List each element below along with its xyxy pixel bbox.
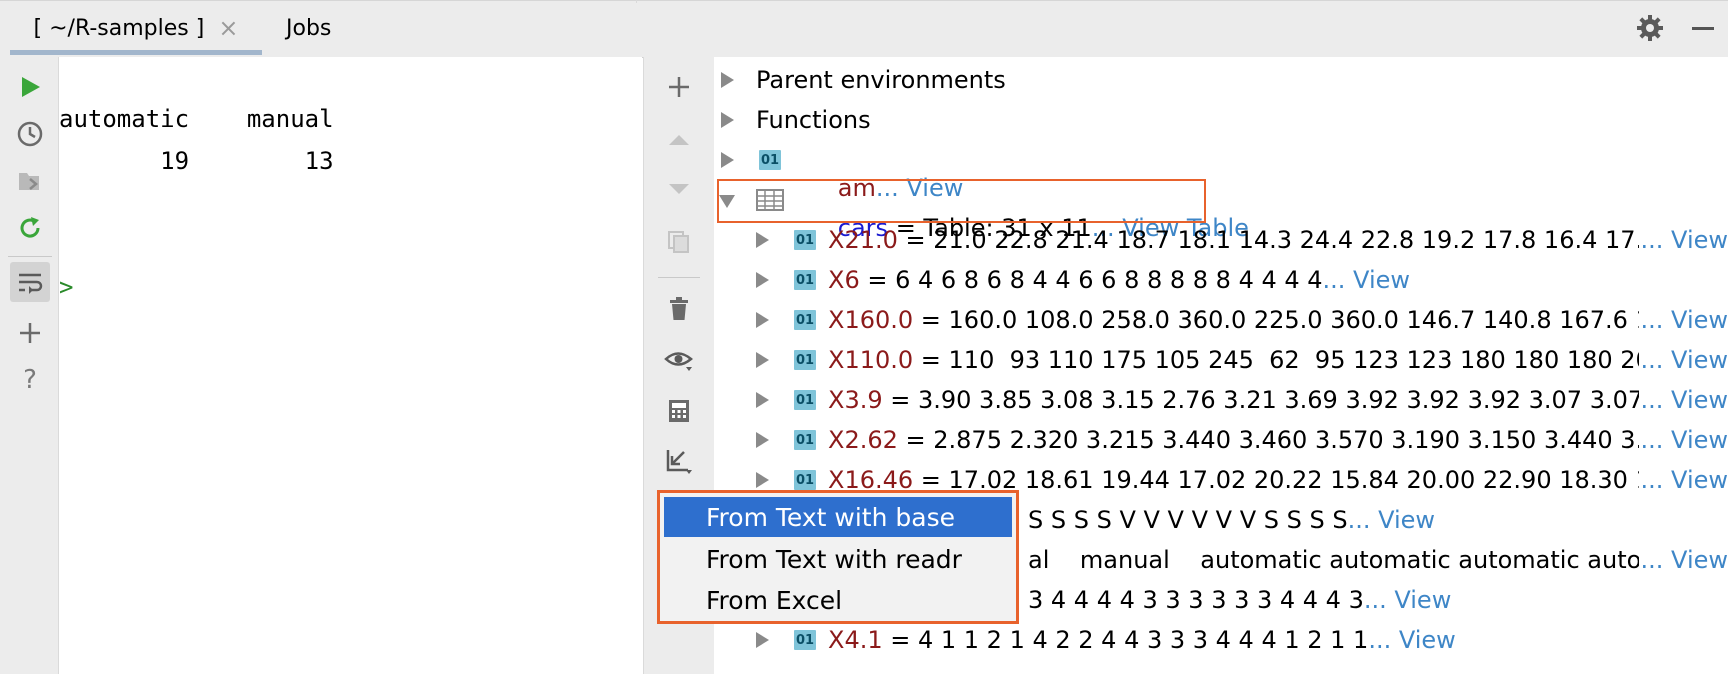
view-link[interactable]: ... View [1364,586,1451,614]
menu-item-from-text-readr[interactable]: From Text with readr [664,539,1012,579]
calculator-icon[interactable] [659,391,699,431]
numeric-vector-icon: 01 [794,430,816,450]
tree-row-column[interactable]: 01 X2.62 = 2.875 2.320 3.215 3.440 3.460… [714,420,1728,460]
move-down-icon[interactable] [659,170,699,210]
tree-row-label: Parent environments [756,66,1006,94]
numeric-vector-icon: 01 [794,230,816,250]
toolbar-separator [658,277,700,278]
expand-arrow-icon[interactable] [721,152,734,168]
numeric-vector-icon: 01 [794,350,816,370]
change-directory-icon[interactable] [10,161,50,201]
variable-name: X160.0 [828,306,914,334]
expand-arrow-icon[interactable] [756,432,769,448]
view-link[interactable]: ... View [1638,226,1728,254]
variable-name: X2.62 [828,426,898,454]
tree-row-column[interactable]: 01 X3.9 = 3.90 3.85 3.08 3.15 2.76 3.21 … [714,380,1728,420]
tree-row-am[interactable]: 01 am... View [714,140,1728,202]
toolbar-separator [8,256,52,257]
variable-value: = 6 4 6 8 6 8 4 4 6 6 8 8 8 8 8 4 4 4 4 [859,266,1323,294]
console-toolbar: ? [0,57,59,674]
variable-value: 3 4 4 4 4 3 3 3 3 3 3 4 4 4 3 [1028,586,1364,614]
view-link[interactable]: ... View [1638,346,1728,374]
variable-value: = 3.90 3.85 3.08 3.15 2.76 3.21 3.69 3.9… [882,386,1705,414]
console-output-line: 19 13 [59,147,334,175]
move-up-icon[interactable] [659,119,699,159]
tab-r-samples[interactable]: [ ~/R-samples ] × [10,0,262,56]
expand-arrow-icon[interactable] [756,232,769,248]
history-icon[interactable] [10,114,50,154]
variable-value: = 21.0 22.8 21.4 18.7 18.1 14.3 24.4 22.… [897,226,1720,254]
soft-wrap-icon[interactable] [10,262,50,302]
view-link[interactable]: ... View [1638,546,1728,574]
console-output-line: automatic manual [59,105,334,133]
cars-highlight [717,179,1206,223]
variable-value: S S S S V V V V V V S S S S [1028,506,1348,534]
add-icon[interactable] [10,313,50,353]
add-watch-icon[interactable] [659,67,699,107]
view-link[interactable]: ... View [1638,306,1728,334]
variable-value: = 2.875 2.320 3.215 3.440 3.460 3.570 3.… [897,426,1689,454]
tree-row-column[interactable]: 01 X4.1 = 4 1 1 2 1 4 2 2 4 4 3 3 3 4 4 … [714,620,1728,660]
tab-jobs-label: Jobs [286,15,332,41]
expand-arrow-icon[interactable] [756,312,769,328]
variable-value: = 160.0 108.0 258.0 360.0 225.0 360.0 14… [913,306,1705,334]
variable-value: = 17.02 18.61 19.44 17.02 20.22 15.84 20… [913,466,1705,494]
import-dataset-icon[interactable] [659,441,699,481]
menu-item-from-excel[interactable]: From Excel [664,580,1012,620]
view-link[interactable]: ... View [1368,626,1455,654]
numeric-vector-icon: 01 [794,270,816,290]
delete-icon[interactable] [659,289,699,329]
tree-row-column[interactable]: 01 X21.0 = 21.0 22.8 21.4 18.7 18.1 14.3… [714,220,1728,260]
expand-arrow-icon[interactable] [756,392,769,408]
copy-icon[interactable] [659,222,699,262]
numeric-vector-icon: 01 [759,150,781,170]
import-dataset-menu: From Text with base From Text with readr… [657,490,1019,624]
r-console[interactable]: automatic manual 19 13 > [59,57,642,674]
numeric-vector-icon: 01 [794,630,816,650]
variable-name: X110.0 [828,346,914,374]
menu-item-from-text-base[interactable]: From Text with base [664,497,1012,537]
view-link[interactable]: ... View [1638,426,1728,454]
expand-arrow-icon[interactable] [721,112,734,128]
active-tab-indicator [10,50,262,55]
variable-value: = 110 93 110 175 105 245 62 95 123 123 1… [913,346,1667,374]
expand-arrow-icon[interactable] [756,632,769,648]
numeric-vector-icon: 01 [794,470,816,490]
gear-icon[interactable] [1636,14,1664,42]
tree-row-column[interactable]: 01 X160.0 = 160.0 108.0 258.0 360.0 225.… [714,300,1728,340]
expand-arrow-icon[interactable] [756,272,769,288]
view-link[interactable]: ... View [1638,466,1728,494]
tree-row-parent-environments[interactable]: Parent environments [714,60,1728,100]
variable-value: al manual automatic automatic automatic … [1028,546,1709,574]
expand-arrow-icon[interactable] [721,72,734,88]
minimize-icon[interactable] [1692,27,1714,30]
tree-row-functions[interactable]: Functions [714,100,1728,140]
numeric-vector-icon: 01 [794,390,816,410]
numeric-vector-icon: 01 [794,310,816,330]
console-prompt[interactable]: > [59,273,73,301]
variable-name: X3.9 [828,386,883,414]
run-icon[interactable] [10,67,50,107]
tab-jobs[interactable]: Jobs [286,0,331,56]
view-link[interactable]: ... View [1323,266,1410,294]
variable-name: X4.1 [828,626,883,654]
view-eye-icon[interactable] [659,340,699,380]
expand-arrow-icon[interactable] [756,472,769,488]
view-link[interactable]: ... View [1348,506,1435,534]
close-tab-icon[interactable]: × [218,14,238,42]
variable-value: = 4 1 1 2 1 4 2 2 4 4 3 3 3 4 4 4 1 2 1 … [882,626,1369,654]
tab-r-samples-label: [ ~/R-samples ] [33,15,205,41]
tree-row-label: Functions [756,106,871,134]
expand-arrow-icon[interactable] [756,352,769,368]
tree-row-column[interactable]: 01 X110.0 = 110 93 110 175 105 245 62 95… [714,340,1728,380]
view-link[interactable]: ... View [1638,386,1728,414]
top-divider [636,0,637,3]
variable-name: X6 [828,266,860,294]
variable-name: X21.0 [828,226,898,254]
tree-row-column[interactable]: 01 X6 = 6 4 6 8 6 8 4 4 6 6 8 8 8 8 8 4 … [714,260,1728,300]
help-icon[interactable]: ? [10,360,50,400]
rerun-icon[interactable] [10,208,50,248]
